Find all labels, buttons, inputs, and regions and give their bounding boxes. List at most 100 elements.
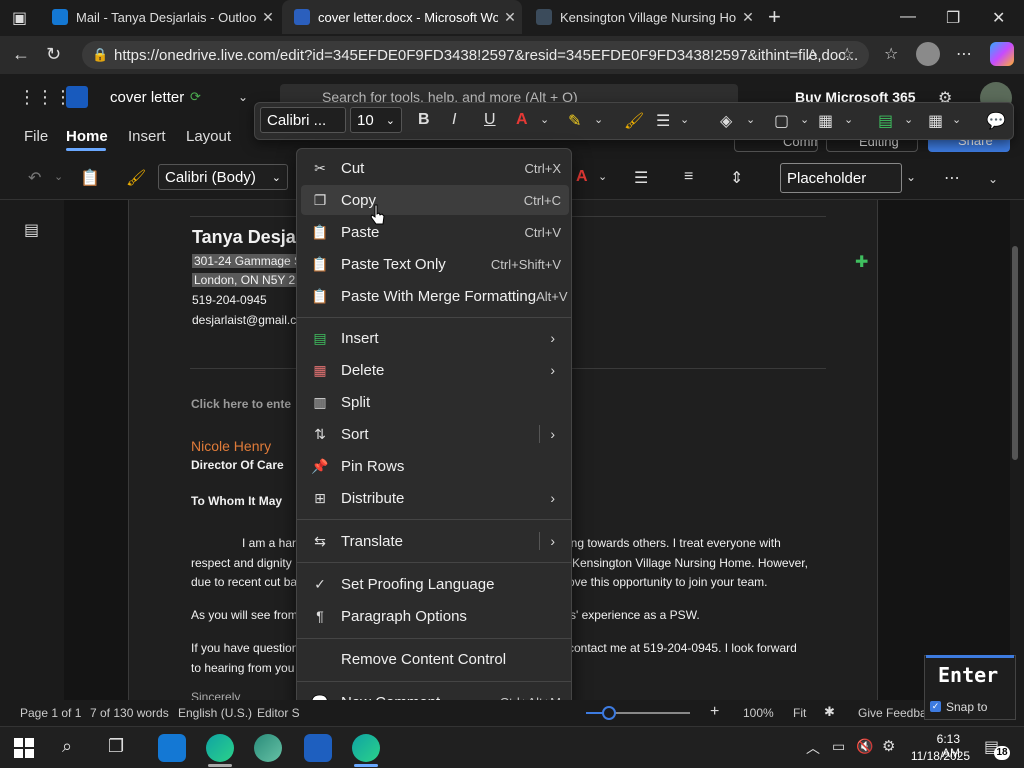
chevron-down-icon[interactable]: ⌄ (54, 170, 63, 183)
feedback-link[interactable]: Give Feedba (858, 706, 927, 720)
language[interactable]: English (U.S.) (178, 706, 252, 720)
chevron-down-icon[interactable]: ⌄ (680, 113, 689, 126)
date-placeholder[interactable]: Click here to ente (191, 397, 291, 411)
more-options-icon[interactable]: ⋯ (944, 168, 960, 188)
format-painter-icon[interactable]: 🖌 (126, 168, 146, 188)
collapse-ribbon-icon[interactable]: ⌄ (988, 172, 998, 186)
chevron-up-icon[interactable]: ︿ (806, 738, 820, 758)
chevron-down-icon[interactable]: ⌄ (904, 113, 913, 126)
refresh-icon[interactable]: ↻ (46, 44, 61, 65)
paragraph-1-line3-start[interactable]: due to recent cut ba (191, 575, 297, 589)
edge-active-taskbar-icon[interactable] (352, 734, 380, 762)
zoom-in-icon[interactable]: + (710, 703, 719, 721)
back-icon[interactable]: ← (12, 44, 30, 65)
line-spacing-icon[interactable]: ⇕ (730, 168, 743, 188)
paragraph-3-end[interactable]: contact me at 519-204-0945. I look forwa… (568, 641, 797, 655)
start-windows-icon[interactable] (14, 738, 34, 758)
zoom-level[interactable]: 100% (743, 706, 774, 720)
menu-item-split[interactable]: ▥ Split (301, 387, 569, 417)
font-size-dropdown[interactable]: 10 ⌄ (350, 107, 402, 133)
new-tab-button[interactable]: + (768, 4, 781, 30)
paragraph-1-line2-start[interactable]: respect and dignity (191, 556, 292, 570)
tab-actions-icon[interactable]: ▣ (12, 8, 27, 28)
read-aloud-icon[interactable]: A (808, 46, 817, 62)
menu-item-cut[interactable]: ✂ Cut Ctrl+X (301, 153, 569, 183)
tab-layout[interactable]: Layout (186, 128, 231, 145)
paragraph-1-start[interactable]: I am a har (242, 536, 296, 550)
edge-taskbar-icon[interactable] (206, 734, 234, 762)
tab-word[interactable]: cover letter.docx - Microsoft Word ✕ (282, 0, 522, 34)
align-icon[interactable]: ≡ (684, 168, 693, 186)
bullets-icon[interactable]: ☰ (634, 168, 648, 188)
lock-icon[interactable]: 🔒 (92, 47, 108, 63)
clock-date[interactable]: 11/18/2025 (906, 749, 970, 763)
focus-icon[interactable]: ✱ (824, 704, 835, 720)
close-tab-icon[interactable]: ✕ (736, 9, 760, 26)
address-line-2[interactable]: London, ON N5Y 2 (192, 273, 298, 287)
format-painter-icon[interactable]: 🖌 (624, 111, 644, 131)
paste-icon[interactable]: 📋 (80, 168, 100, 188)
document-title[interactable]: cover letter (110, 89, 184, 106)
font-name-dropdown[interactable]: Calibri (Body) ⌄ (158, 164, 288, 190)
close-window-icon[interactable]: ✕ (992, 8, 1005, 28)
menu-item-paste-text-only[interactable]: 📋 Paste Text Only Ctrl+Shift+V (301, 249, 569, 279)
menu-item-paste-merge[interactable]: 📋 Paste With Merge Formatting Alt+V (301, 281, 569, 311)
font-color-icon[interactable]: A (516, 111, 528, 129)
recipient-name[interactable]: Nicole Henry (191, 438, 271, 454)
font-dropdown[interactable]: Calibri ... (260, 107, 346, 133)
tab-kensington[interactable]: Kensington Village Nursing Home ✕ (524, 0, 760, 34)
more-icon[interactable]: ⋯ (956, 44, 972, 64)
paragraph-3-line2[interactable]: to hearing from you (191, 661, 294, 675)
scrollbar-thumb[interactable] (1012, 246, 1018, 460)
paragraph-1-line3-end[interactable]: ove this opportunity to join your team. (568, 575, 767, 589)
word-count[interactable]: 7 of 130 words (90, 706, 169, 720)
search-icon[interactable]: ⌕ (62, 736, 72, 757)
menu-item-insert[interactable]: ▤ Insert › (301, 323, 569, 353)
delete-table-icon[interactable]: ▦ (928, 111, 943, 131)
underline-icon[interactable]: U (484, 111, 496, 129)
minimize-icon[interactable]: — (900, 8, 916, 26)
chevron-down-icon[interactable]: ⌄ (952, 113, 961, 126)
paragraph-2-start[interactable]: As you will see from (191, 608, 298, 622)
paragraph-1-end[interactable]: ing towards others. I treat everyone wit… (568, 536, 781, 550)
paragraph-1-line2-end[interactable]: Kensington Village Nursing Home. However… (572, 556, 808, 570)
chevron-down-icon[interactable]: ⌄ (844, 113, 853, 126)
salutation[interactable]: To Whom It May (191, 494, 282, 508)
menu-item-copy[interactable]: ❐ Copy Ctrl+C (301, 185, 569, 215)
menu-item-proofing[interactable]: ✓ Set Proofing Language (301, 569, 569, 599)
menu-item-delete[interactable]: ▦ Delete › (301, 355, 569, 385)
email-line[interactable]: desjarlaist@gmail.c (192, 313, 296, 327)
task-view-icon[interactable]: ❐ (108, 736, 124, 757)
address-bar[interactable]: https://onedrive.live.com/edit?id=345EFD… (82, 41, 869, 69)
settings-gear-icon[interactable]: ⚙ (882, 737, 895, 755)
phone-line[interactable]: 519-204-0945 (192, 293, 267, 307)
word-logo-icon[interactable] (66, 86, 88, 108)
applicant-name[interactable]: Tanya Desja (192, 227, 296, 248)
chevron-down-icon[interactable]: ⌄ (238, 90, 248, 104)
menu-item-remove-content-control[interactable]: Remove Content Control (301, 644, 569, 674)
recipient-title[interactable]: Director Of Care (191, 458, 284, 472)
chevron-down-icon[interactable]: ⌄ (540, 113, 549, 126)
add-comment-icon[interactable]: ✚ (855, 252, 868, 272)
checkbox-checked-icon[interactable]: ✓ (930, 701, 941, 712)
tab-file[interactable]: File (24, 128, 48, 145)
chevron-down-icon[interactable]: ⌄ (594, 113, 603, 126)
navigation-pane-icon[interactable]: ▤ (24, 220, 39, 240)
menu-item-distribute[interactable]: ⊞ Distribute › (301, 483, 569, 513)
bold-icon[interactable]: B (418, 111, 430, 129)
chevron-down-icon[interactable]: ⌄ (800, 113, 809, 126)
address-line-1[interactable]: 301-24 Gammage S (192, 254, 305, 268)
menu-item-paragraph-options[interactable]: ¶ Paragraph Options (301, 601, 569, 631)
tab-home[interactable]: Home (66, 128, 108, 145)
app-launcher-icon[interactable]: ⋮⋮⋮ (18, 87, 72, 108)
profile-avatar[interactable] (916, 42, 940, 66)
table-grid-icon[interactable]: ▦ (818, 111, 833, 131)
menu-item-pin-rows[interactable]: 📌 Pin Rows (301, 451, 569, 481)
italic-icon[interactable]: I (452, 111, 456, 129)
chevron-down-icon[interactable]: ⌄ (746, 113, 755, 126)
editor-status[interactable]: Editor S (257, 706, 300, 720)
maximize-icon[interactable]: ❐ (946, 8, 960, 28)
undo-icon[interactable]: ↶ (28, 168, 41, 188)
menu-item-translate[interactable]: ⇆ Translate › (301, 526, 569, 556)
chevron-down-icon[interactable]: ⌄ (906, 170, 916, 184)
